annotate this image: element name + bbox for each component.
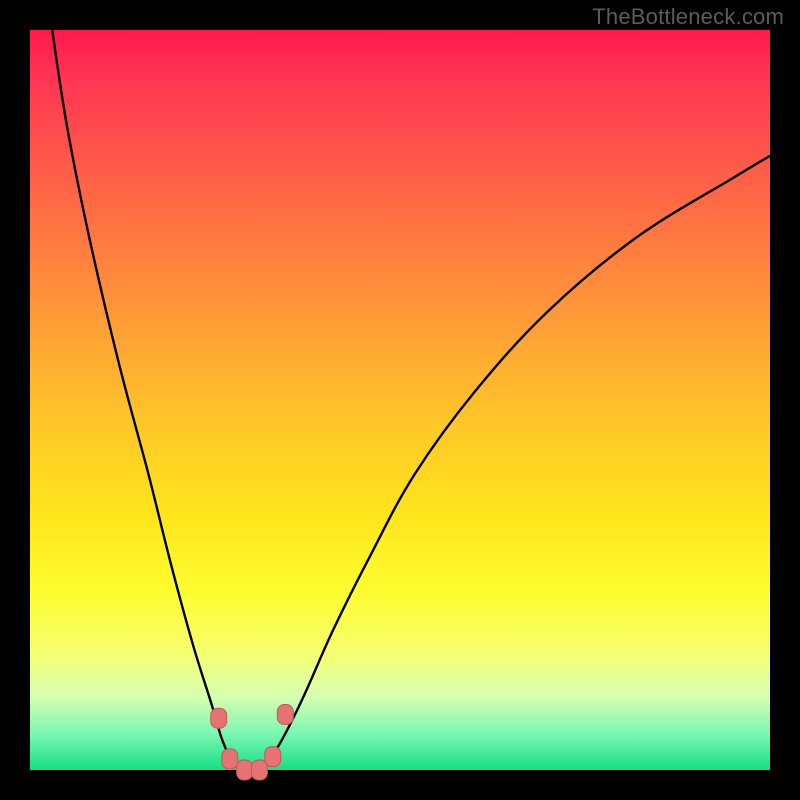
data-marker <box>277 705 293 725</box>
curve-svg <box>30 30 770 770</box>
bottleneck-curve <box>52 30 770 771</box>
data-marker <box>237 760 253 780</box>
data-marker <box>222 749 238 769</box>
chart-frame: TheBottleneck.com <box>0 0 800 800</box>
watermark-label: TheBottleneck.com <box>592 4 784 30</box>
data-marker <box>265 747 281 767</box>
data-marker <box>211 708 227 728</box>
